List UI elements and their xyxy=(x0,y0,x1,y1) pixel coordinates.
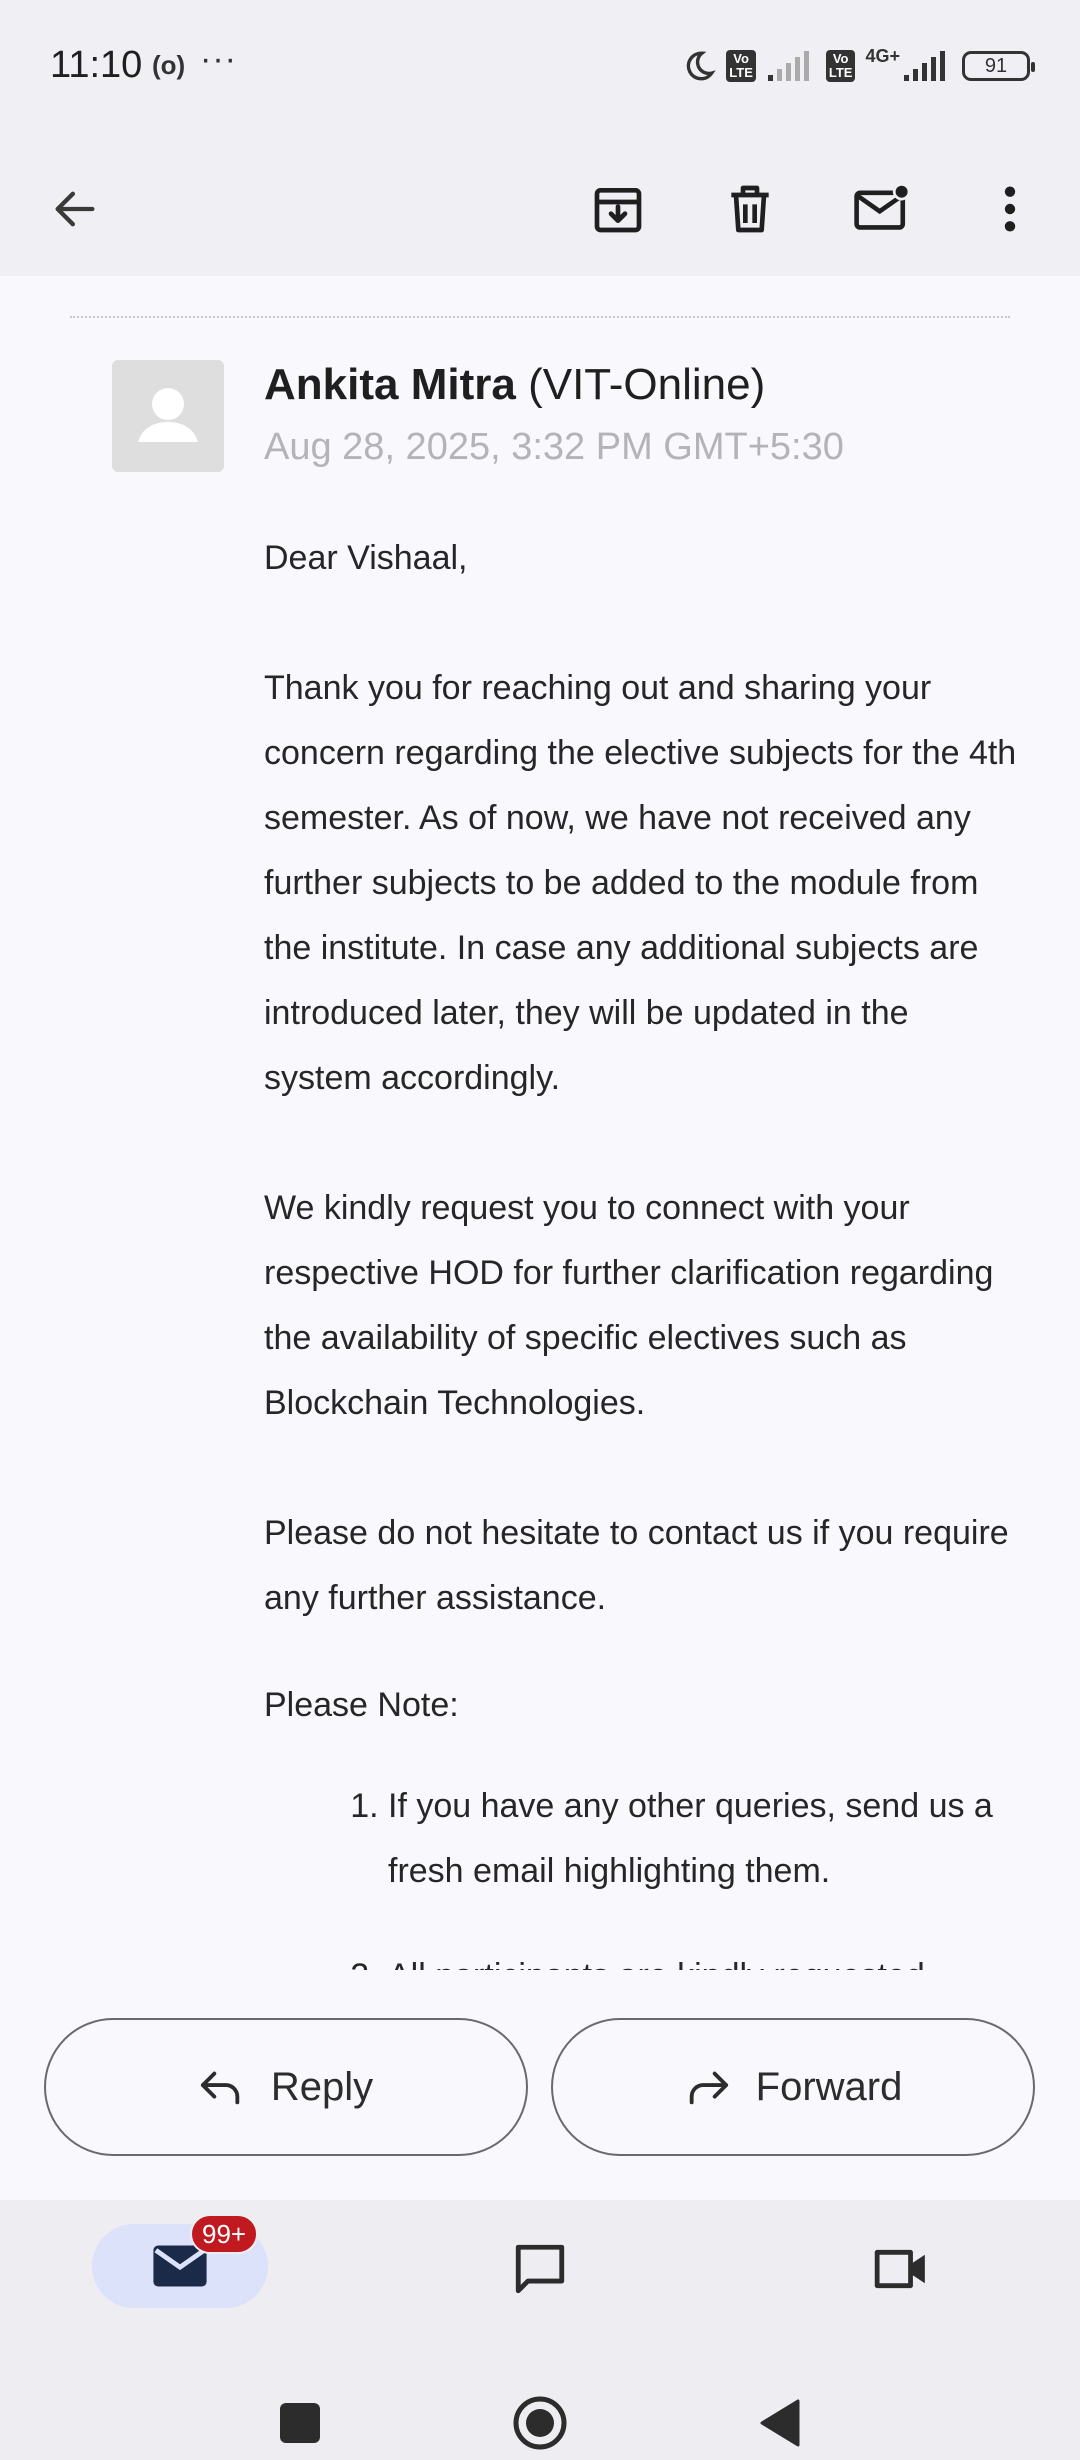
volte-icon-2: Vo LTE xyxy=(825,50,856,82)
person-icon xyxy=(138,388,198,442)
nav-meet-tab[interactable] xyxy=(866,2234,936,2304)
greeting: Dear Vishaal, xyxy=(264,539,468,577)
nav-chat-tab[interactable] xyxy=(505,2234,575,2304)
status-more: ··· xyxy=(200,40,237,78)
volte-icon: Vo LTE xyxy=(726,50,756,82)
hotspot-icon: (o) xyxy=(152,50,186,80)
note-heading: Please Note: xyxy=(264,1686,459,1724)
system-back-button[interactable] xyxy=(745,2388,815,2458)
moon-icon xyxy=(687,51,716,81)
forward-label: Forward xyxy=(755,2064,903,2109)
sender-name: Ankita Mitra xyxy=(264,360,516,409)
more-vert-icon xyxy=(1004,186,1016,232)
email-toolbar xyxy=(0,140,1080,276)
archive-button[interactable] xyxy=(583,174,653,244)
signal-strong-icon xyxy=(904,51,945,81)
recents-button[interactable] xyxy=(265,2388,335,2458)
action-bar: Reply Forward xyxy=(0,1970,1080,2200)
more-options-button[interactable] xyxy=(975,174,1045,244)
reply-label: Reply xyxy=(270,2064,374,2109)
arrow-left-icon xyxy=(55,191,95,227)
signal-weak-icon xyxy=(767,51,809,81)
email-content[interactable]: Ankita Mitra (VIT-Online) Aug 28, 2025, … xyxy=(0,276,1080,1970)
mark-unread-button[interactable] xyxy=(847,174,917,244)
avatar[interactable] xyxy=(112,360,224,472)
note-list: If you have any other queries, send us a… xyxy=(264,1774,1024,1970)
list-item: All participants are kindly requested xyxy=(388,1944,1024,1970)
list-item: If you have any other queries, send us a… xyxy=(388,1774,1024,1904)
network-type: 4G+ xyxy=(865,45,900,66)
email-date: Aug 28, 2025, 3:32 PM GMT+5:30 xyxy=(264,426,844,468)
bottom-navigation: 99+ xyxy=(0,2200,1080,2460)
back-button[interactable] xyxy=(40,174,110,244)
square-icon xyxy=(280,2403,320,2443)
delete-button[interactable] xyxy=(715,174,785,244)
divider xyxy=(70,316,1010,318)
triangle-back-icon xyxy=(760,2399,800,2447)
paragraph: Please do not hesitate to contact us if … xyxy=(264,1514,1009,1617)
reply-button[interactable]: Reply xyxy=(44,2018,528,2156)
reply-icon xyxy=(200,2071,240,2105)
mark-unread-icon xyxy=(854,182,911,230)
email-body: Dear Vishaal, Thank you for reaching out… xyxy=(264,526,1024,1970)
trash-icon xyxy=(731,185,769,233)
home-button[interactable] xyxy=(505,2388,575,2458)
unread-badge: 99+ xyxy=(190,2214,259,2254)
chat-icon xyxy=(515,2244,565,2294)
status-bar: 11:10 (o) ··· Vo LTE Vo LTE 4G+ 91 xyxy=(0,0,1080,140)
status-time: 11:10 xyxy=(50,44,143,86)
sender-org: (VIT-Online) xyxy=(528,360,766,409)
paragraph: We kindly request you to connect with yo… xyxy=(264,1189,994,1422)
archive-icon xyxy=(594,188,642,233)
forward-button[interactable]: Forward xyxy=(551,2018,1035,2156)
battery-icon: 91 xyxy=(962,51,1035,81)
home-circle-icon xyxy=(513,2396,567,2450)
sender: Ankita Mitra (VIT-Online) xyxy=(264,360,765,410)
forward-icon xyxy=(689,2071,728,2105)
video-icon xyxy=(874,2249,925,2289)
status-right: Vo LTE Vo LTE 4G+ 91 xyxy=(682,45,1035,86)
paragraph: Thank you for reaching out and sharing y… xyxy=(264,669,1017,1097)
